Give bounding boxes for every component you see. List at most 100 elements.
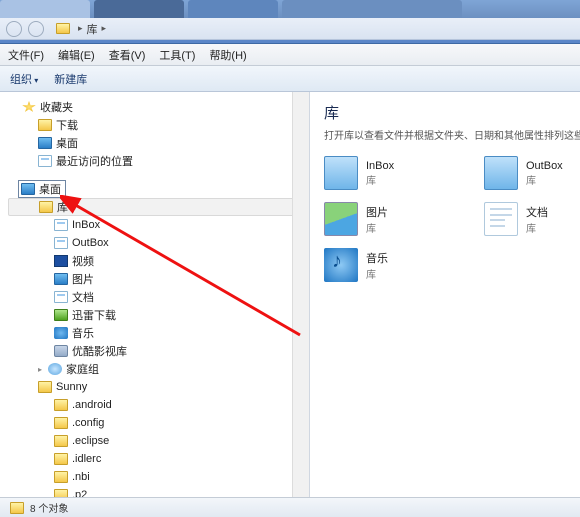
tree-item[interactable]: 图片	[0, 270, 309, 288]
file-icon	[54, 237, 68, 249]
menu-view[interactable]: 查看(V)	[109, 47, 146, 63]
library-icon	[39, 201, 53, 213]
tree-item-downloads[interactable]: 下载	[0, 116, 309, 134]
tree-user[interactable]: Sunny	[0, 378, 309, 396]
music-icon	[324, 248, 358, 282]
tree-label: 收藏夹	[40, 99, 73, 115]
user-icon	[38, 381, 52, 393]
item-sub: 库	[366, 266, 388, 281]
tree-item[interactable]: .p2	[0, 486, 309, 497]
toolbar-organize[interactable]: 组织	[10, 71, 38, 87]
item-name: 文档	[526, 204, 548, 220]
tree-item[interactable]: 视频	[0, 252, 309, 270]
tree-item[interactable]: .config	[0, 414, 309, 432]
tree-item-desktop[interactable]: 桌面	[0, 134, 309, 152]
picture-icon	[324, 202, 358, 236]
breadcrumb[interactable]: ▸ 库 ▸	[56, 21, 110, 37]
folder-icon	[10, 502, 24, 514]
browser-tab[interactable]	[188, 0, 278, 18]
folder-icon	[54, 489, 68, 497]
tree-label: InBox	[72, 219, 100, 231]
library-item-inbox[interactable]: InBox库	[324, 156, 474, 190]
folder-icon	[38, 119, 52, 131]
breadcrumb-item[interactable]: 库	[87, 21, 98, 37]
image-icon	[54, 273, 68, 285]
tree-label: 桌面	[39, 181, 61, 197]
tree-item[interactable]: .nbi	[0, 468, 309, 486]
tree-item[interactable]: InBox	[0, 216, 309, 234]
recent-icon	[38, 155, 52, 167]
menu-help[interactable]: 帮助(H)	[209, 47, 246, 63]
chevron-right-icon: ▸	[78, 23, 83, 34]
menu-tools[interactable]: 工具(T)	[159, 47, 195, 63]
folder-icon	[324, 156, 358, 190]
tree-label: Sunny	[56, 381, 87, 393]
nav-tree: 收藏夹 下载 桌面 最近访问的位置 桌面 库 InBox OutBox 视频 图…	[0, 92, 309, 497]
item-sub: 库	[366, 220, 388, 235]
tree-item[interactable]: 文档	[0, 288, 309, 306]
work-area: 收藏夹 下载 桌面 最近访问的位置 桌面 库 InBox OutBox 视频 图…	[0, 92, 580, 497]
item-sub: 库	[526, 220, 548, 235]
tree-homegroup[interactable]: ▸ 家庭组	[0, 360, 309, 378]
address-bar: ▸ 库 ▸	[0, 18, 580, 40]
tree-item[interactable]: .idlerc	[0, 450, 309, 468]
browser-tab[interactable]	[282, 0, 462, 18]
vertical-scrollbar[interactable]	[292, 92, 309, 497]
browser-tab[interactable]	[0, 0, 90, 18]
item-name: 图片	[366, 204, 388, 220]
library-item-music[interactable]: 音乐库	[324, 248, 474, 282]
item-sub: 库	[366, 172, 394, 187]
tree-label: 下载	[56, 117, 78, 133]
desktop-icon	[38, 137, 52, 149]
tree-label: .idlerc	[72, 453, 101, 465]
tree-label: .eclipse	[72, 435, 109, 447]
menu-file[interactable]: 文件(F)	[8, 47, 44, 63]
browser-tab-strip	[0, 0, 580, 18]
menu-edit[interactable]: 编辑(E)	[58, 47, 95, 63]
star-icon	[22, 101, 36, 113]
tree-label: .p2	[72, 489, 87, 497]
toolbar: 组织 新建库	[0, 66, 580, 92]
music-icon	[54, 327, 68, 339]
folder-icon	[54, 471, 68, 483]
library-item-documents[interactable]: 文档库	[484, 202, 580, 236]
tree-item[interactable]: OutBox	[0, 234, 309, 252]
tree-label: .nbi	[72, 471, 90, 483]
document-icon	[484, 202, 518, 236]
tree-label: 文档	[72, 289, 94, 305]
tree-item-recent[interactable]: 最近访问的位置	[0, 152, 309, 170]
homegroup-icon	[48, 363, 62, 375]
tree-label: .android	[72, 399, 112, 411]
tree-item[interactable]: .eclipse	[0, 432, 309, 450]
tree-desktop-root[interactable]: 桌面	[18, 180, 66, 198]
folder-icon	[56, 23, 70, 34]
tree-item[interactable]: .android	[0, 396, 309, 414]
item-name: InBox	[366, 160, 394, 172]
tree-label: 家庭组	[66, 361, 99, 377]
item-sub: 库	[526, 172, 563, 187]
toolbar-new-library[interactable]: 新建库	[54, 71, 87, 87]
tree-label: 最近访问的位置	[56, 153, 133, 169]
download-icon	[54, 309, 68, 321]
status-text: 8 个对象	[30, 500, 68, 515]
library-item-outbox[interactable]: OutBox库	[484, 156, 580, 190]
library-items: InBox库 OutBox库 图片库 文档库 音乐库	[324, 156, 566, 282]
nav-forward-button[interactable]	[28, 21, 44, 37]
tree-label: 迅雷下载	[72, 307, 116, 323]
library-item-pictures[interactable]: 图片库	[324, 202, 474, 236]
menu-bar: 文件(F) 编辑(E) 查看(V) 工具(T) 帮助(H)	[0, 44, 580, 66]
file-icon	[54, 219, 68, 231]
tree-item[interactable]: 音乐	[0, 324, 309, 342]
tree-library[interactable]: 库	[8, 198, 301, 216]
expand-icon: ▸	[38, 365, 46, 374]
tree-item[interactable]: 迅雷下载	[0, 306, 309, 324]
folder-icon	[54, 453, 68, 465]
tree-item[interactable]: 优酷影视库	[0, 342, 309, 360]
tree-label: 桌面	[56, 135, 78, 151]
item-name: OutBox	[526, 160, 563, 172]
tree-favorites[interactable]: 收藏夹	[0, 98, 309, 116]
browser-tab[interactable]	[94, 0, 184, 18]
folder-icon	[484, 156, 518, 190]
nav-back-button[interactable]	[6, 21, 22, 37]
content-pane: 库 打开库以查看文件并根据文件夹、日期和其他属性排列这些文件。 InBox库 O…	[310, 92, 580, 497]
